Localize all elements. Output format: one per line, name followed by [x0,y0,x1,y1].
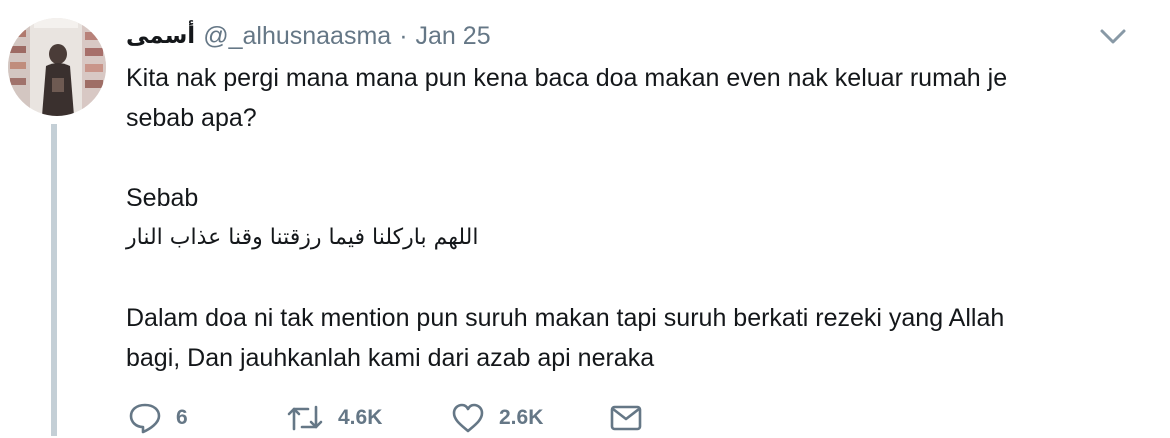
tweet-text: Kita nak pergi mana mana pun kena baca d… [126,58,1146,378]
retweet-icon [286,402,324,434]
avatar-photo [8,18,106,116]
tweet-text-line: bagi, Dan jauhkanlah kami dari azab api … [126,344,655,372]
tweet-text-line: Sebab [126,184,199,212]
reply-icon [128,402,162,434]
like-count: 2.6K [499,406,544,429]
reply-count: 6 [176,406,188,429]
tweet-header: أسمى @_alhusnaasma · Jan 25 [126,20,491,52]
timestamp[interactable]: Jan 25 [416,22,491,51]
separator-dot: · [399,21,408,50]
author-handle[interactable]: @_alhusnaasma [203,22,391,51]
tweet-arabic-line: اللهم باركلنا فيما رزقتنا وقنا عذاب النا… [126,225,479,250]
tweet-text-line: Kita nak pergi mana mana pun kena baca d… [126,64,1008,92]
avatar[interactable] [8,18,106,116]
like-button[interactable]: 2.6K [451,402,609,434]
chevron-down-icon[interactable] [1096,22,1130,52]
tweet: أسمى @_alhusnaasma · Jan 25 Kita nak per… [0,0,1170,436]
reply-button[interactable]: 6 [128,402,286,434]
thread-line [51,124,57,436]
tweet-text-line: sebab apa? [126,104,257,132]
heart-icon [451,402,485,434]
tweet-actions: 6 4.6K 2.6K [128,398,643,438]
retweet-button[interactable]: 4.6K [286,402,451,434]
direct-message-button[interactable] [609,403,643,433]
envelope-icon [609,403,643,433]
retweet-count: 4.6K [338,406,383,429]
author-display-name[interactable]: أسمى [126,23,195,49]
tweet-text-line: Dalam doa ni tak mention pun suruh makan… [126,304,1005,332]
